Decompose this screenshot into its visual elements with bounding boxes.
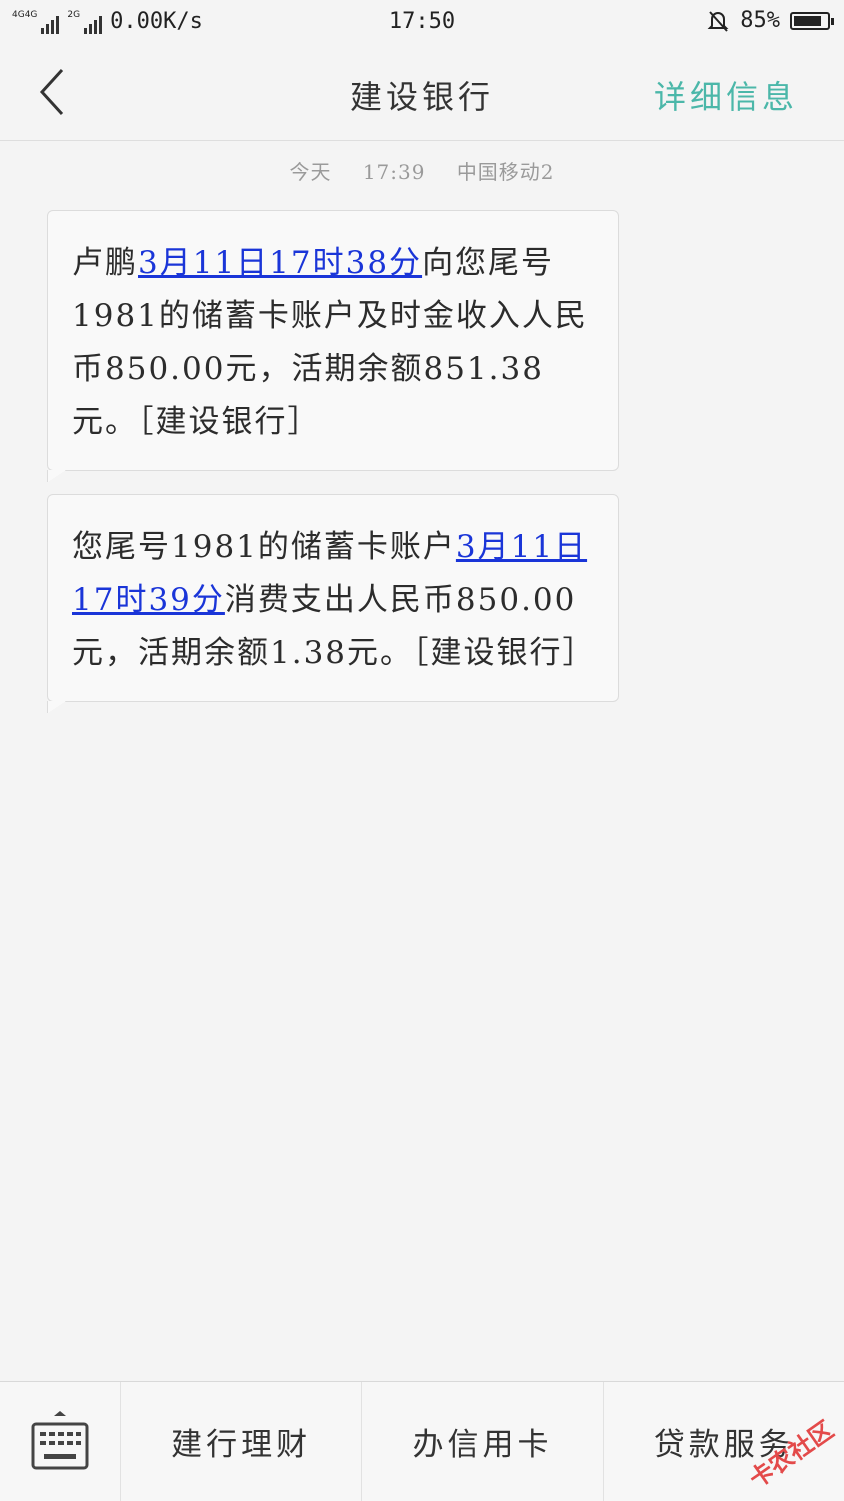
status-bar: 4G4G 2G 0.00K/s 17:50 85% — [0, 0, 844, 46]
keyboard-toggle-button[interactable] — [0, 1382, 121, 1501]
message-text: 您尾号1981的储蓄卡账户 — [72, 529, 456, 565]
message-text: 卢鹏 — [72, 245, 138, 281]
message-bubble[interactable]: 卢鹏3月11日17时38分向您尾号1981的储蓄卡账户及时金收入人民币850.0… — [47, 210, 619, 471]
battery-percent: 85% — [740, 8, 780, 33]
message-date: 今天 17:39 中国移动2 — [0, 156, 844, 185]
date-link[interactable]: 3月11日17时38分 — [138, 245, 422, 281]
message-bubble[interactable]: 您尾号1981的储蓄卡账户3月11日17时39分消费支出人民币850.00元，活… — [47, 494, 619, 702]
bell-muted-icon — [706, 9, 730, 33]
status-right: 85% — [706, 8, 830, 33]
date-day: 今天 — [289, 160, 331, 184]
menu-item-credit-card[interactable]: 办信用卡 — [362, 1382, 603, 1501]
battery-icon — [790, 12, 830, 30]
menu-item-wealth[interactable]: 建行理财 — [121, 1382, 362, 1501]
detail-info-button[interactable]: 详细信息 — [654, 72, 798, 118]
keyboard-icon — [30, 1410, 90, 1474]
bottom-menu-bar: 建行理财 办信用卡 贷款服务 — [0, 1381, 844, 1501]
date-time: 17:39 — [363, 160, 426, 184]
header: 建设银行 详细信息 — [0, 46, 844, 141]
date-carrier: 中国移动2 — [457, 160, 555, 184]
